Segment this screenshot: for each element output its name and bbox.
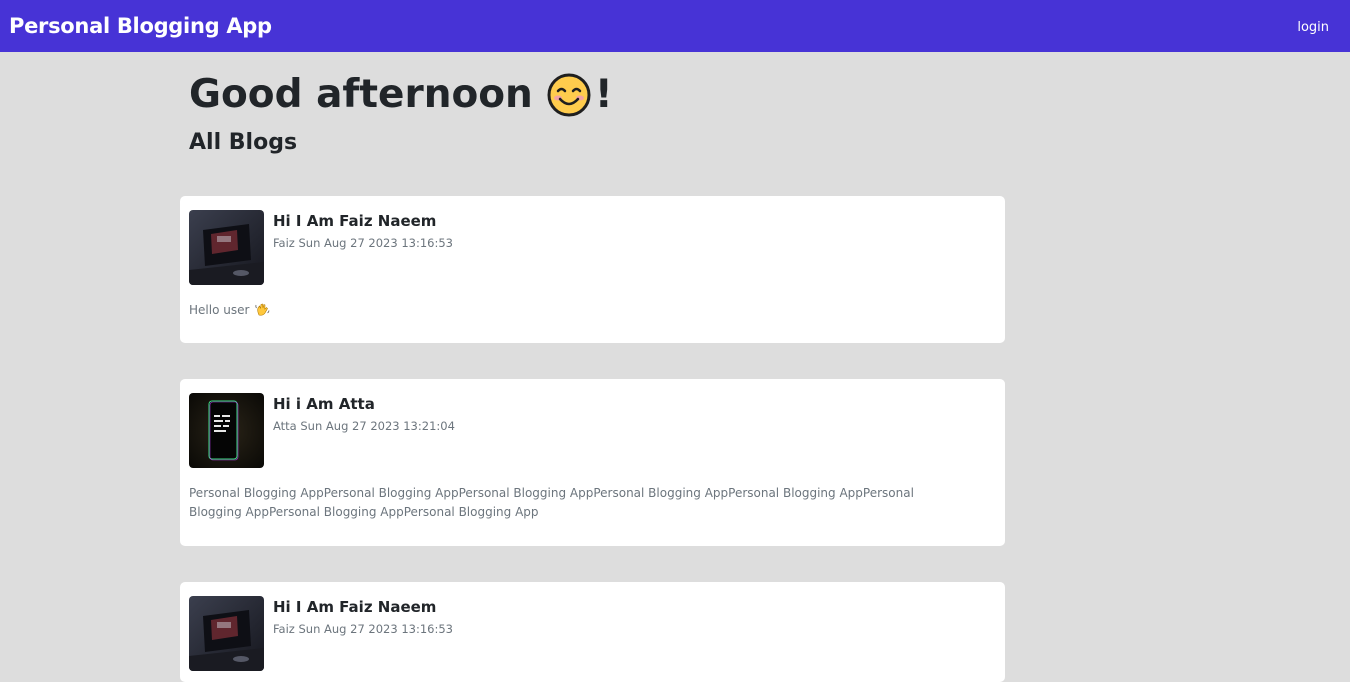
greeting-text: Good afternoon: [189, 72, 533, 117]
app-brand[interactable]: Personal Blogging App: [9, 14, 272, 38]
blog-title[interactable]: Hi i Am Atta: [273, 395, 455, 413]
blog-card[interactable]: Hi i Am Atta Atta Sun Aug 27 2023 13:21:…: [180, 379, 1005, 546]
laptop-dark-thumbnail: [189, 210, 264, 285]
blog-meta: Faiz Sun Aug 27 2023 13:16:53: [273, 236, 453, 250]
blog-meta: Faiz Sun Aug 27 2023 13:16:53: [273, 622, 453, 636]
main-content: Good afternoon ! All Blogs: [180, 52, 1005, 156]
greeting-heading: Good afternoon !: [189, 72, 1005, 118]
blog-card[interactable]: Hi I Am Faiz Naeem Faiz Sun Aug 27 2023 …: [180, 582, 1005, 682]
smiling-face-icon: [547, 73, 591, 117]
navbar: Personal Blogging App login: [0, 0, 1350, 52]
phone-neon-thumbnail: [189, 393, 264, 468]
laptop-dark-thumbnail: [189, 596, 264, 671]
waving-hand-icon: [255, 302, 270, 317]
blog-excerpt: Hello user: [189, 301, 969, 320]
blog-excerpt-text: Hello user: [189, 303, 250, 317]
blog-excerpt: Personal Blogging AppPersonal Blogging A…: [189, 486, 914, 519]
section-title: All Blogs: [189, 130, 298, 155]
blog-title[interactable]: Hi I Am Faiz Naeem: [273, 598, 453, 616]
blog-title[interactable]: Hi I Am Faiz Naeem: [273, 212, 453, 230]
login-link[interactable]: login: [1297, 20, 1329, 35]
blog-meta: Atta Sun Aug 27 2023 13:21:04: [273, 419, 455, 433]
greeting-suffix: !: [594, 72, 613, 117]
blog-card[interactable]: Hi I Am Faiz Naeem Faiz Sun Aug 27 2023 …: [180, 196, 1005, 343]
